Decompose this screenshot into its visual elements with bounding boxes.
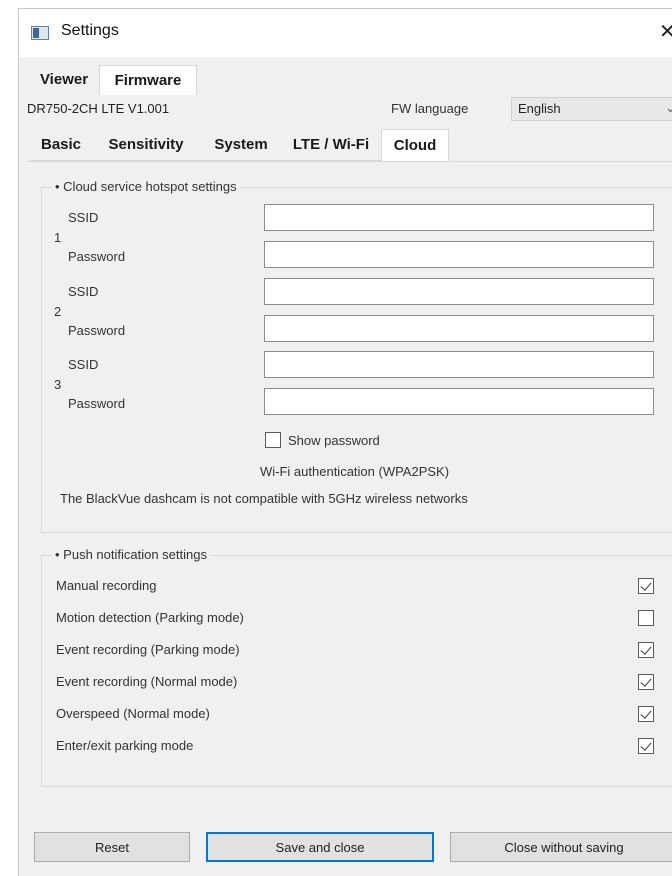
save-and-close-button[interactable]: Save and close bbox=[206, 832, 434, 862]
password-label-1: Password bbox=[68, 249, 126, 264]
push-item-event-parking: Event recording (Parking mode) bbox=[56, 642, 240, 657]
password-input-1[interactable] bbox=[264, 241, 654, 268]
close-icon[interactable]: ✕ bbox=[659, 19, 672, 47]
ssid-input-2[interactable] bbox=[264, 278, 654, 305]
model-version-text: DR750-2CH LTE V1.001 bbox=[27, 101, 170, 116]
fw-language-value: English bbox=[518, 101, 561, 116]
hotspot-number-1: 1 bbox=[54, 230, 62, 245]
ssid-label-3: SSID bbox=[68, 357, 99, 372]
hotspot-number-3: 3 bbox=[54, 377, 62, 392]
show-password-label: Show password bbox=[288, 433, 380, 448]
firmware-info-row: DR750-2CH LTE V1.001 FW language English… bbox=[19, 95, 672, 125]
event-parking-checkbox[interactable] bbox=[638, 642, 654, 658]
ssid-input-3[interactable] bbox=[264, 351, 654, 378]
tab-sensitivity[interactable]: Sensitivity bbox=[91, 129, 201, 161]
settings-sub-tabs: Basic Sensitivity System LTE / Wi-Fi Clo… bbox=[19, 129, 672, 161]
close-without-saving-button[interactable]: Close without saving bbox=[450, 832, 672, 862]
overspeed-checkbox[interactable] bbox=[638, 706, 654, 722]
tab-firmware[interactable]: Firmware bbox=[99, 65, 197, 95]
push-notification-group: • Push notification settings Manual reco… bbox=[41, 547, 672, 787]
hotspot-number-2: 2 bbox=[54, 304, 62, 319]
chevron-down-icon: ⌄ bbox=[665, 100, 672, 115]
ssid-label-2: SSID bbox=[68, 284, 99, 299]
settings-window: Settings ✕ Viewer Firmware DR750-2CH LTE… bbox=[18, 8, 672, 876]
tab-viewer[interactable]: Viewer bbox=[29, 65, 99, 95]
push-item-motion-detection: Motion detection (Parking mode) bbox=[56, 610, 244, 625]
push-item-event-normal: Event recording (Normal mode) bbox=[56, 674, 238, 689]
title-bar: Settings ✕ bbox=[19, 9, 672, 57]
cloud-panel: • Cloud service hotspot settings SSID 1 … bbox=[27, 161, 672, 811]
password-label-3: Password bbox=[68, 396, 126, 411]
hotspot-group-title: • Cloud service hotspot settings bbox=[52, 179, 240, 194]
manual-recording-checkbox[interactable] bbox=[638, 578, 654, 594]
push-item-parking-mode: Enter/exit parking mode bbox=[56, 738, 194, 753]
event-normal-checkbox[interactable] bbox=[638, 674, 654, 690]
ssid-input-1[interactable] bbox=[264, 204, 654, 231]
window-title: Settings bbox=[61, 22, 119, 39]
parking-mode-checkbox[interactable] bbox=[638, 738, 654, 754]
top-tab-strip: Viewer Firmware bbox=[19, 65, 672, 95]
password-input-2[interactable] bbox=[264, 315, 654, 342]
fw-language-label: FW language bbox=[391, 101, 469, 116]
settings-app-icon bbox=[31, 26, 49, 40]
password-label-2: Password bbox=[68, 323, 126, 338]
password-input-3[interactable] bbox=[264, 388, 654, 415]
push-group-title: • Push notification settings bbox=[52, 547, 210, 562]
ssid-label-1: SSID bbox=[68, 210, 99, 225]
push-item-manual-recording: Manual recording bbox=[56, 578, 157, 593]
tab-cloud[interactable]: Cloud bbox=[381, 129, 449, 161]
compatibility-note: The BlackVue dashcam is not compatible w… bbox=[60, 491, 468, 506]
motion-detection-checkbox[interactable] bbox=[638, 610, 654, 626]
wifi-auth-text: Wi-Fi authentication (WPA2PSK) bbox=[260, 464, 450, 479]
tab-basic[interactable]: Basic bbox=[31, 129, 91, 161]
tab-lte-wifi[interactable]: LTE / Wi-Fi bbox=[281, 129, 381, 161]
tab-system[interactable]: System bbox=[201, 129, 281, 161]
fw-language-select[interactable]: English ⌄ bbox=[511, 97, 672, 121]
hotspot-settings-group: • Cloud service hotspot settings SSID 1 … bbox=[41, 179, 672, 533]
reset-button[interactable]: Reset bbox=[34, 832, 190, 862]
push-item-overspeed: Overspeed (Normal mode) bbox=[56, 706, 210, 721]
show-password-checkbox[interactable] bbox=[265, 432, 281, 448]
